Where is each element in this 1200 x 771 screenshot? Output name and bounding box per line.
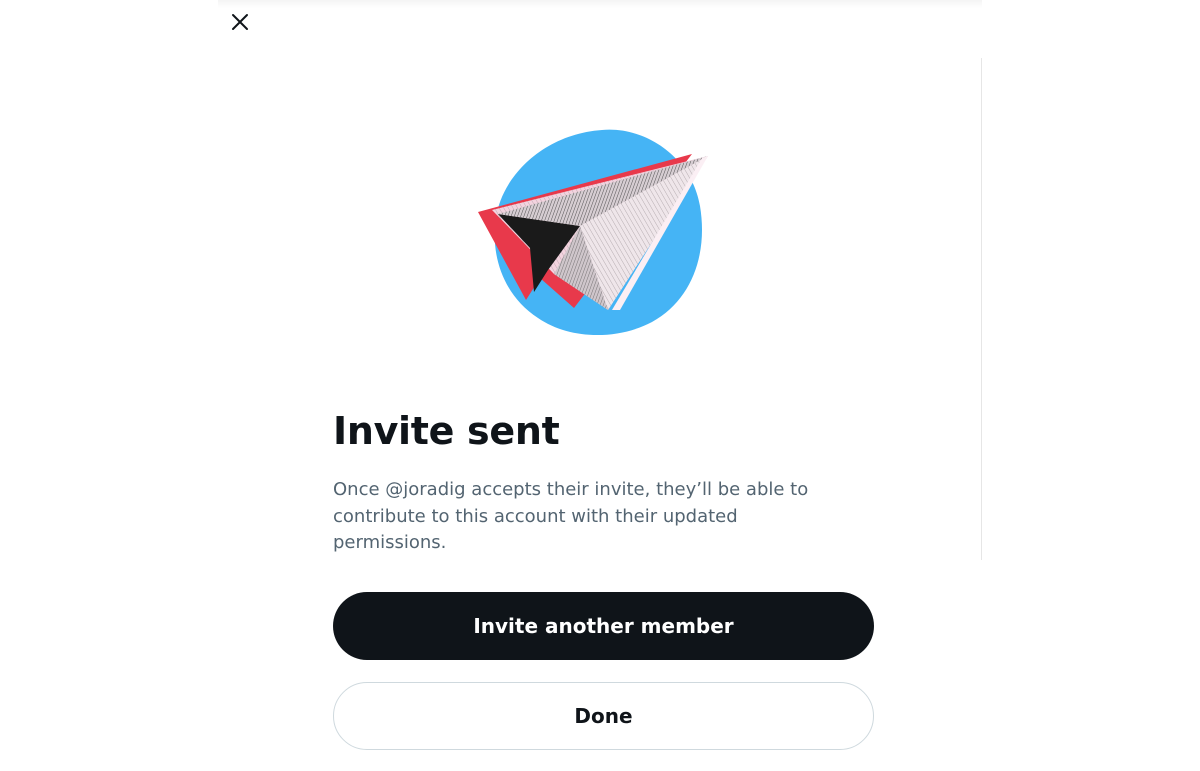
done-button[interactable]: Done [333,682,874,750]
close-button[interactable] [223,5,257,39]
dialog-description: Once @joradig accepts their invite, they… [333,479,809,553]
close-icon [232,14,248,30]
paper-plane-illustration [478,129,708,336]
invite-sent-dialog: Invite sent Once @joradig accepts their … [0,0,1200,771]
dialog-title: Invite sent [333,409,560,453]
invite-another-member-button[interactable]: Invite another member [333,592,874,660]
modal-top-edge [218,0,982,8]
vertical-divider [981,58,982,560]
